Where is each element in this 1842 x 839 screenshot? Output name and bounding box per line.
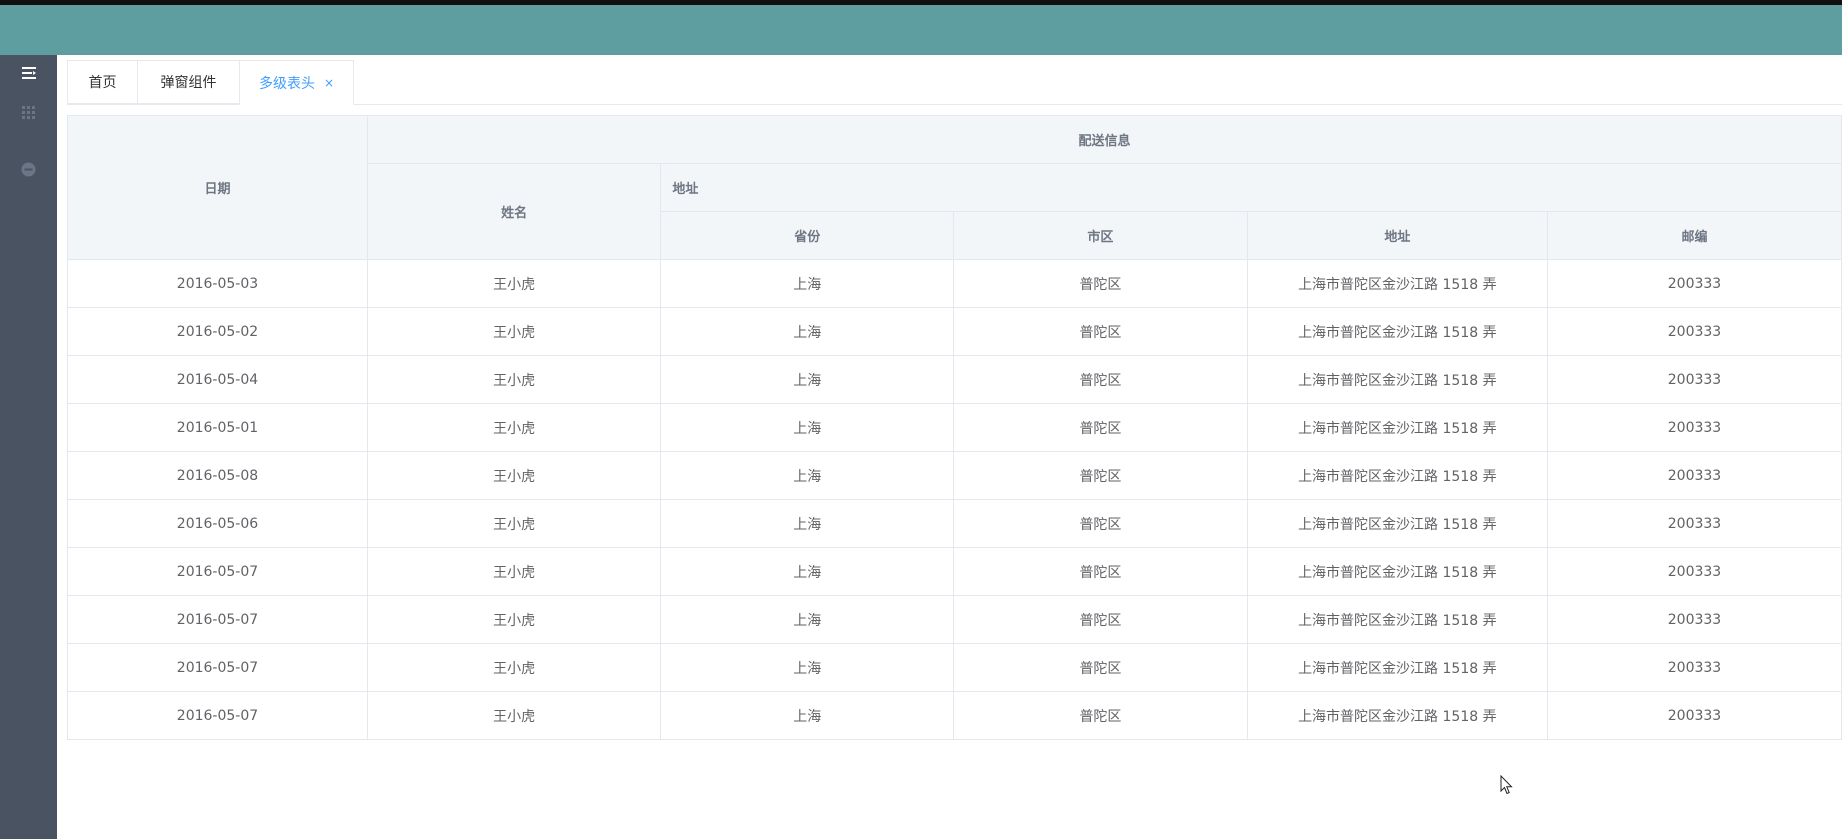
cell-name: 王小虎 bbox=[366, 259, 662, 308]
cell-name: 王小虎 bbox=[366, 499, 662, 548]
menu-toggle-icon[interactable] bbox=[0, 63, 57, 83]
tab-multi-level-header[interactable]: 多级表头 × bbox=[239, 60, 354, 105]
cell-province: 上海 bbox=[660, 451, 955, 500]
cell-name: 王小虎 bbox=[366, 547, 662, 596]
cell-city: 普陀区 bbox=[953, 691, 1248, 740]
cell-name: 王小虎 bbox=[366, 355, 662, 404]
cell-province: 上海 bbox=[660, 643, 955, 692]
cell-city: 普陀区 bbox=[953, 355, 1248, 404]
cell-date: 2016-05-07 bbox=[67, 595, 368, 644]
cell-name: 王小虎 bbox=[366, 595, 662, 644]
column-header-city[interactable]: 市区 bbox=[953, 211, 1248, 260]
cell-zip: 200333 bbox=[1547, 691, 1842, 740]
cell-date: 2016-05-08 bbox=[67, 451, 368, 500]
main-content: 首页 弹窗组件 多级表头 × 日期 配送信息 姓名 地址 省份 市区 地址 邮编… bbox=[57, 55, 1842, 839]
cell-zip: 200333 bbox=[1547, 451, 1842, 500]
cell-address: 上海市普陀区金沙江路 1518 弄 bbox=[1246, 451, 1549, 500]
cell-date: 2016-05-07 bbox=[67, 547, 368, 596]
cell-zip: 200333 bbox=[1547, 403, 1842, 452]
column-header-date[interactable]: 日期 bbox=[67, 115, 368, 260]
cell-zip: 200333 bbox=[1547, 547, 1842, 596]
table-row[interactable]: 2016-05-03 王小虎 上海 普陀区 上海市普陀区金沙江路 1518 弄 20033… bbox=[67, 259, 1842, 308]
table-row[interactable]: 2016-05-07 王小虎 上海 普陀区 上海市普陀区金沙江路 1518 弄 20033… bbox=[67, 691, 1842, 740]
column-group-delivery-info: 配送信息 bbox=[366, 115, 1842, 164]
table-header: 日期 配送信息 姓名 地址 省份 市区 地址 邮编 bbox=[67, 115, 1842, 260]
table-row[interactable]: 2016-05-07 王小虎 上海 普陀区 上海市普陀区金沙江路 1518 弄 20033… bbox=[67, 547, 1842, 596]
mouse-cursor-icon bbox=[1500, 774, 1514, 799]
cell-province: 上海 bbox=[660, 403, 955, 452]
cell-address: 上海市普陀区金沙江路 1518 弄 bbox=[1246, 403, 1549, 452]
cell-date: 2016-05-02 bbox=[67, 307, 368, 356]
apps-grid-icon[interactable] bbox=[0, 103, 57, 123]
table-row[interactable]: 2016-05-08 王小虎 上海 普陀区 上海市普陀区金沙江路 1518 弄 20033… bbox=[67, 451, 1842, 500]
cell-province: 上海 bbox=[660, 499, 955, 548]
top-header-bar bbox=[0, 5, 1842, 55]
column-group-address: 地址 bbox=[660, 163, 1842, 212]
tab-label: 多级表头 bbox=[258, 75, 315, 92]
tab-label: 弹窗组件 bbox=[160, 75, 217, 91]
cell-address: 上海市普陀区金沙江路 1518 弄 bbox=[1246, 691, 1549, 740]
cell-name: 王小虎 bbox=[366, 403, 662, 452]
cell-date: 2016-05-01 bbox=[67, 403, 368, 452]
column-header-address[interactable]: 地址 bbox=[1246, 211, 1549, 260]
tab-home[interactable]: 首页 bbox=[67, 60, 137, 104]
cell-zip: 200333 bbox=[1547, 307, 1842, 356]
cell-address: 上海市普陀区金沙江路 1518 弄 bbox=[1246, 499, 1549, 548]
cell-zip: 200333 bbox=[1547, 259, 1842, 308]
multi-level-header-table: 日期 配送信息 姓名 地址 省份 市区 地址 邮编 2016-05-03 王小虎上… bbox=[67, 115, 1842, 797]
cell-name: 王小虎 bbox=[366, 643, 662, 692]
cell-city: 普陀区 bbox=[953, 403, 1248, 452]
cell-name: 王小虎 bbox=[366, 691, 662, 740]
close-icon[interactable]: × bbox=[324, 77, 334, 89]
column-header-province[interactable]: 省份 bbox=[660, 211, 955, 260]
cell-city: 普陀区 bbox=[953, 643, 1248, 692]
table-row[interactable]: 2016-05-07 王小虎 上海 普陀区 上海市普陀区金沙江路 1518 弄 20033… bbox=[67, 643, 1842, 692]
sidebar bbox=[0, 55, 57, 839]
cell-province: 上海 bbox=[660, 355, 955, 404]
cell-province: 上海 bbox=[660, 307, 955, 356]
table-row[interactable]: 2016-05-02 王小虎 上海 普陀区 上海市普陀区金沙江路 1518 弄 20033… bbox=[67, 307, 1842, 356]
cell-zip: 200333 bbox=[1547, 643, 1842, 692]
table-row[interactable]: 2016-05-06 王小虎 上海 普陀区 上海市普陀区金沙江路 1518 弄 20033… bbox=[67, 499, 1842, 548]
cell-province: 上海 bbox=[660, 595, 955, 644]
cell-province: 上海 bbox=[660, 691, 955, 740]
cell-date: 2016-05-07 bbox=[67, 643, 368, 692]
cell-address: 上海市普陀区金沙江路 1518 弄 bbox=[1246, 307, 1549, 356]
cell-city: 普陀区 bbox=[953, 547, 1248, 596]
cell-province: 上海 bbox=[660, 259, 955, 308]
tab-bar: 首页 弹窗组件 多级表头 × bbox=[67, 60, 354, 105]
cell-zip: 200333 bbox=[1547, 355, 1842, 404]
tab-dialog-component[interactable]: 弹窗组件 bbox=[137, 60, 239, 104]
cell-date: 2016-05-07 bbox=[67, 691, 368, 740]
cell-city: 普陀区 bbox=[953, 307, 1248, 356]
cell-address: 上海市普陀区金沙江路 1518 弄 bbox=[1246, 259, 1549, 308]
cell-city: 普陀区 bbox=[953, 595, 1248, 644]
cell-name: 王小虎 bbox=[366, 451, 662, 500]
cell-city: 普陀区 bbox=[953, 259, 1248, 308]
cell-date: 2016-05-03 bbox=[67, 259, 368, 308]
cell-province: 上海 bbox=[660, 547, 955, 596]
cell-address: 上海市普陀区金沙江路 1518 弄 bbox=[1246, 643, 1549, 692]
tab-label: 首页 bbox=[88, 75, 117, 91]
cell-address: 上海市普陀区金沙江路 1518 弄 bbox=[1246, 595, 1549, 644]
cell-date: 2016-05-04 bbox=[67, 355, 368, 404]
column-header-name[interactable]: 姓名 bbox=[366, 163, 662, 260]
column-header-zip[interactable]: 邮编 bbox=[1547, 211, 1842, 260]
table-row[interactable]: 2016-05-01 王小虎 上海 普陀区 上海市普陀区金沙江路 1518 弄 20033… bbox=[67, 403, 1842, 452]
table-body: 2016-05-03 王小虎 上海 普陀区 上海市普陀区金沙江路 1518 弄 20033… bbox=[67, 259, 1842, 740]
cell-city: 普陀区 bbox=[953, 499, 1248, 548]
table-row[interactable]: 2016-05-07 王小虎 上海 普陀区 上海市普陀区金沙江路 1518 弄 20033… bbox=[67, 595, 1842, 644]
table-row[interactable]: 2016-05-04 王小虎 上海 普陀区 上海市普陀区金沙江路 1518 弄 20033… bbox=[67, 355, 1842, 404]
cell-city: 普陀区 bbox=[953, 451, 1248, 500]
data-table: 日期 配送信息 姓名 地址 省份 市区 地址 邮编 2016-05-03 王小虎上… bbox=[67, 115, 1842, 740]
cell-zip: 200333 bbox=[1547, 499, 1842, 548]
cell-date: 2016-05-06 bbox=[67, 499, 368, 548]
cell-zip: 200333 bbox=[1547, 595, 1842, 644]
minus-circle-icon[interactable] bbox=[0, 159, 57, 179]
cell-name: 王小虎 bbox=[366, 307, 662, 356]
cell-address: 上海市普陀区金沙江路 1518 弄 bbox=[1246, 355, 1549, 404]
cell-address: 上海市普陀区金沙江路 1518 弄 bbox=[1246, 547, 1549, 596]
